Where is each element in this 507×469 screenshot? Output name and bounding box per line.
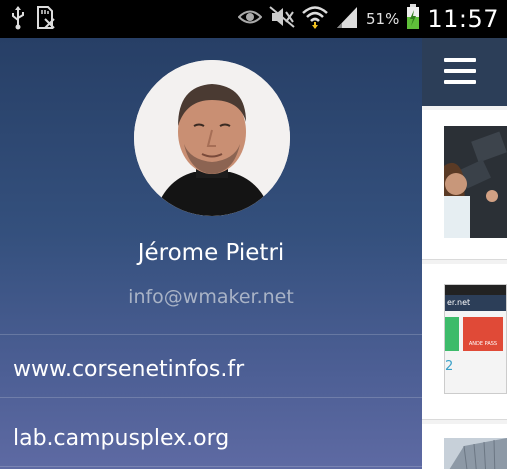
divider <box>0 334 422 335</box>
article-card[interactable]: er.net ANDE PASS 2 <box>422 264 507 420</box>
divider <box>0 466 422 467</box>
eye-icon <box>237 9 263 30</box>
drawer-link-corsenetinfos[interactable]: www.corsenetinfos.fr <box>13 357 244 382</box>
article-thumbnail <box>444 438 507 469</box>
sd-card-icon <box>36 6 56 35</box>
thumb-red-tile: ANDE PASS <box>463 317 503 351</box>
signal-icon <box>335 5 359 34</box>
usb-icon <box>10 6 26 35</box>
article-card[interactable] <box>422 424 507 469</box>
divider <box>0 397 422 398</box>
clock: 11:57 <box>427 5 499 33</box>
mute-icon <box>269 5 295 33</box>
wifi-icon <box>302 5 328 34</box>
profile-name: Jérome Pietri <box>137 240 285 266</box>
profile-email: info@wmaker.net <box>128 286 294 308</box>
thumb-number: 2 <box>445 359 454 374</box>
battery-percent: 51% <box>365 10 400 28</box>
drawer-link-campusplex[interactable]: lab.campusplex.org <box>13 426 229 451</box>
thumb-header-text: er.net <box>445 295 506 311</box>
hamburger-menu-icon[interactable] <box>444 58 476 84</box>
avatar <box>134 60 290 216</box>
article-card[interactable] <box>422 110 507 260</box>
navigation-drawer: Jérome Pietri info@wmaker.net www.corsen… <box>0 38 422 469</box>
article-thumbnail: er.net ANDE PASS 2 <box>444 284 507 394</box>
app-toolbar <box>422 38 507 106</box>
battery-charging-icon <box>406 3 420 35</box>
article-thumbnail <box>444 126 507 238</box>
status-bar: 51% 11:57 <box>0 0 507 38</box>
app-content: er.net ANDE PASS 2 <box>422 38 507 469</box>
